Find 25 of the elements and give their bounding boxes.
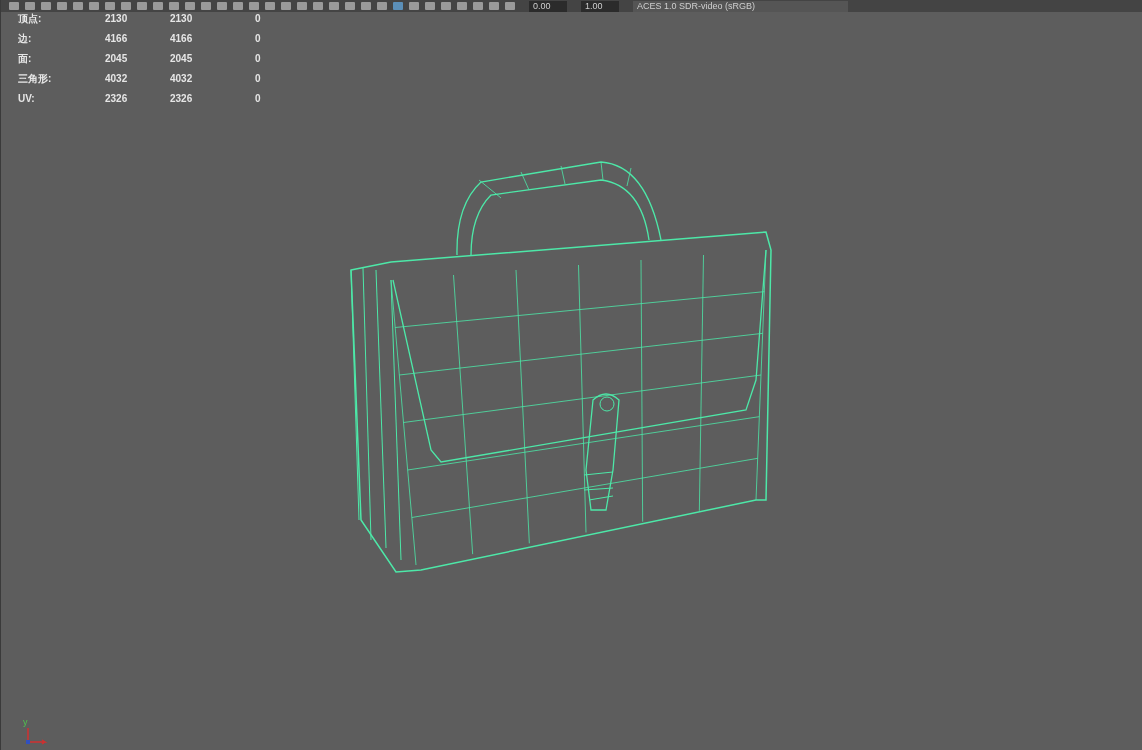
color-space-dropdown[interactable]: ACES 1.0 SDR-video (sRGB) <box>633 0 848 12</box>
stat-value: 2130 <box>170 13 194 25</box>
stat-value: 0 <box>255 33 262 45</box>
stat-label: 边: <box>18 33 33 45</box>
stat-value: 0 <box>255 13 262 25</box>
stat-value: 4032 <box>105 73 129 85</box>
stat-value: 0 <box>255 73 262 85</box>
stat-label: 顶点: <box>18 13 43 25</box>
stat-value: 0 <box>255 93 262 105</box>
stat-value: 4166 <box>170 33 194 45</box>
stat-value: 2045 <box>105 53 129 65</box>
number-field[interactable]: 0.00 <box>529 0 567 12</box>
axis-gizmo-icon <box>25 728 49 746</box>
stat-value: 4166 <box>105 33 129 45</box>
axis-label: y <box>23 718 28 727</box>
stat-value: 0 <box>255 53 262 65</box>
number-field[interactable]: 1.00 <box>581 0 619 12</box>
stat-value: 2326 <box>170 93 194 105</box>
stat-value: 4032 <box>170 73 194 85</box>
stat-value: 2045 <box>170 53 194 65</box>
stat-label: UV: <box>18 93 36 105</box>
stat-label: 面: <box>18 53 33 65</box>
stat-label: 三角形: <box>18 73 53 85</box>
stat-value: 2326 <box>105 93 129 105</box>
stat-value: 2130 <box>105 13 129 25</box>
